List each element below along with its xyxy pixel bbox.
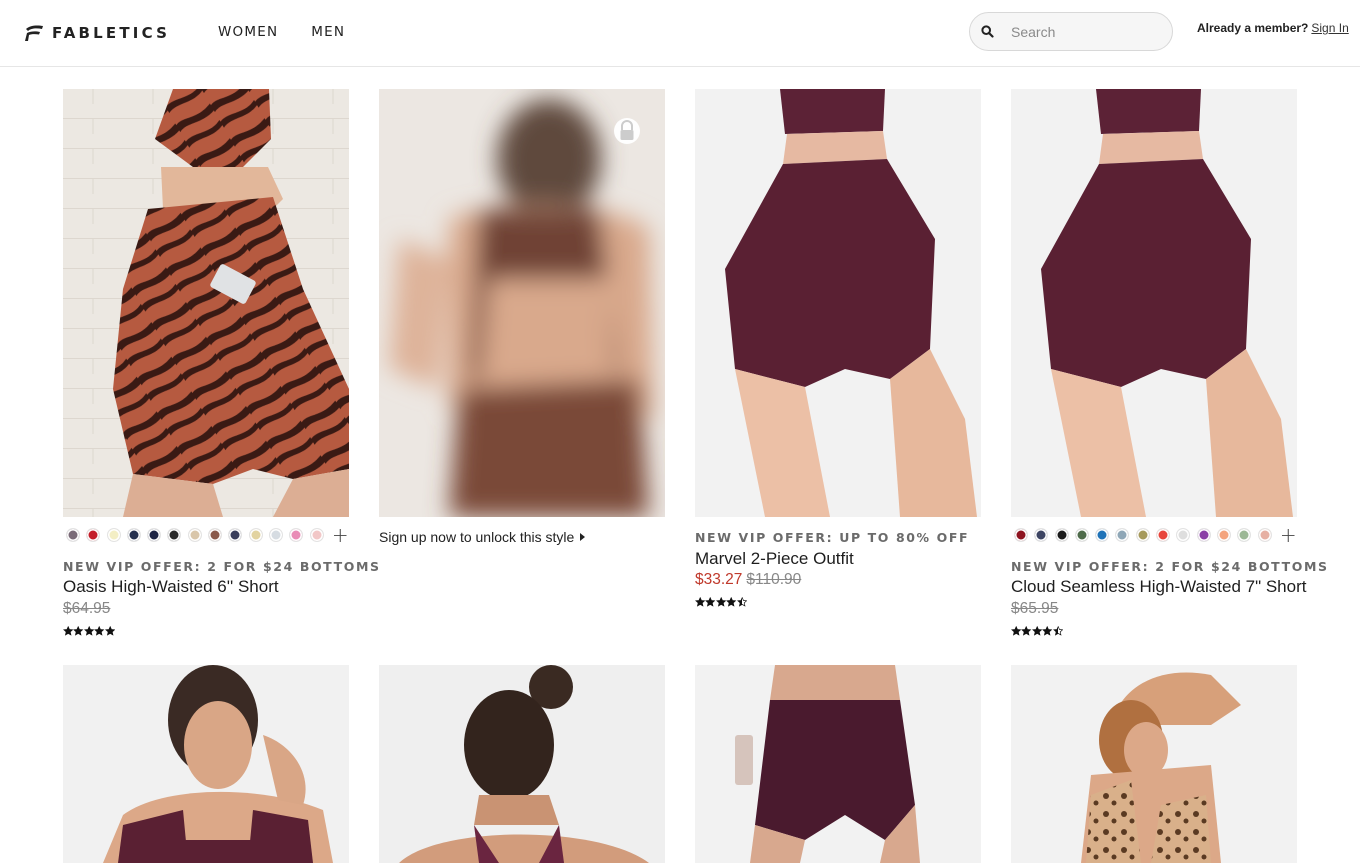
star-icon [736,597,747,607]
product-name[interactable]: Oasis High-Waisted 6'' Short [63,577,279,597]
site-header: FABLETICS WOMEN MEN Already a member?Sig… [0,0,1360,67]
color-swatch[interactable] [147,528,162,542]
product-price: $64.95 [63,600,110,618]
member-prompt: Already a member? [1197,21,1309,35]
star-icon [695,597,706,607]
rating-stars [63,626,115,636]
product-image-locked[interactable] [379,89,665,517]
color-swatch[interactable] [208,528,223,542]
vip-offer: NEW VIP OFFER: 2 FOR $24 BOTTOMS [1011,559,1329,574]
product-image-tank-top[interactable] [63,665,349,863]
color-swatch[interactable] [187,528,202,542]
product-price: $33.27 $110.90 [695,571,801,589]
star-icon [705,597,716,607]
star-icon [726,597,737,607]
color-swatch[interactable] [1054,528,1069,542]
caret-right-icon [580,533,586,541]
color-swatch[interactable] [66,528,80,542]
product-price: $65.95 [1011,600,1058,618]
fabletics-logo[interactable]: FABLETICS [24,22,170,44]
star-icon [1042,626,1053,636]
color-swatch[interactable] [248,528,263,542]
color-swatches: + [66,525,349,545]
color-swatch[interactable] [1156,528,1171,542]
star-icon [1052,626,1063,636]
product-image-cloud-seamless-short[interactable] [1011,89,1297,517]
brand-name: FABLETICS [52,24,171,42]
regular-price: $110.90 [746,571,802,588]
product-image-pocket-short[interactable] [695,665,981,863]
nav-item-women[interactable]: WOMEN [218,24,278,40]
color-swatch[interactable] [106,528,121,542]
star-icon [73,626,84,636]
color-swatch[interactable] [1196,528,1211,542]
color-swatch[interactable] [1074,528,1089,542]
star-icon [715,597,727,607]
rating-stars [1011,626,1063,636]
star-icon [83,626,95,636]
color-swatch[interactable] [1216,528,1231,542]
vip-offer: NEW VIP OFFER: 2 FOR $24 BOTTOMS [63,559,381,574]
color-swatch[interactable] [1176,528,1191,542]
star-icon [1011,626,1022,636]
color-swatch[interactable] [289,528,304,542]
color-swatch[interactable] [1034,528,1049,542]
more-colors-icon[interactable]: + [332,525,349,545]
color-swatch[interactable] [1237,528,1252,542]
color-swatch[interactable] [1115,528,1130,542]
rating-stars [695,597,747,607]
color-swatch[interactable] [126,528,141,542]
sign-in-link[interactable]: Sign In [1311,21,1348,35]
sale-price: $33.27 [695,571,743,588]
logo-icon [25,25,43,41]
color-swatch[interactable] [268,528,283,542]
star-icon [1031,626,1043,636]
search-box[interactable] [969,12,1173,51]
star-icon [94,626,105,636]
unlock-style-link[interactable]: Sign up now to unlock this style [379,529,586,545]
lock-icon [614,118,640,144]
member-signin: Already a member? Sign In [1197,21,1349,35]
color-swatches: + [1014,525,1297,545]
product-image-leopard-bodysuit[interactable] [1011,665,1297,863]
color-swatch[interactable] [309,528,324,542]
main-nav: WOMEN MEN [218,24,345,40]
vip-offer: NEW VIP OFFER: UP TO 80% OFF [695,530,970,545]
nav-item-men[interactable]: MEN [311,24,345,40]
product-name[interactable]: Cloud Seamless High-Waisted 7" Short [1011,577,1306,597]
product-name[interactable]: Marvel 2-Piece Outfit [695,549,854,569]
product-image-oasis-short[interactable] [63,89,349,517]
star-icon [1021,626,1032,636]
color-swatch[interactable] [1095,528,1110,542]
color-swatch[interactable] [86,528,101,542]
search-input[interactable] [1011,23,1161,40]
color-swatch[interactable] [1135,528,1150,542]
regular-price: $65.95 [1011,600,1059,617]
color-swatch[interactable] [1257,528,1272,542]
color-swatch[interactable] [1014,528,1028,542]
star-icon [104,626,115,636]
product-image-strappy-bra[interactable] [379,665,665,863]
product-image-marvel-outfit[interactable] [695,89,981,517]
color-swatch[interactable] [228,528,243,542]
star-icon [63,626,74,636]
more-colors-icon[interactable]: + [1280,525,1297,545]
regular-price: $64.95 [63,600,111,617]
search-icon[interactable] [970,25,1004,38]
color-swatch[interactable] [167,528,182,542]
unlock-text: Sign up now to unlock this style [379,529,575,545]
